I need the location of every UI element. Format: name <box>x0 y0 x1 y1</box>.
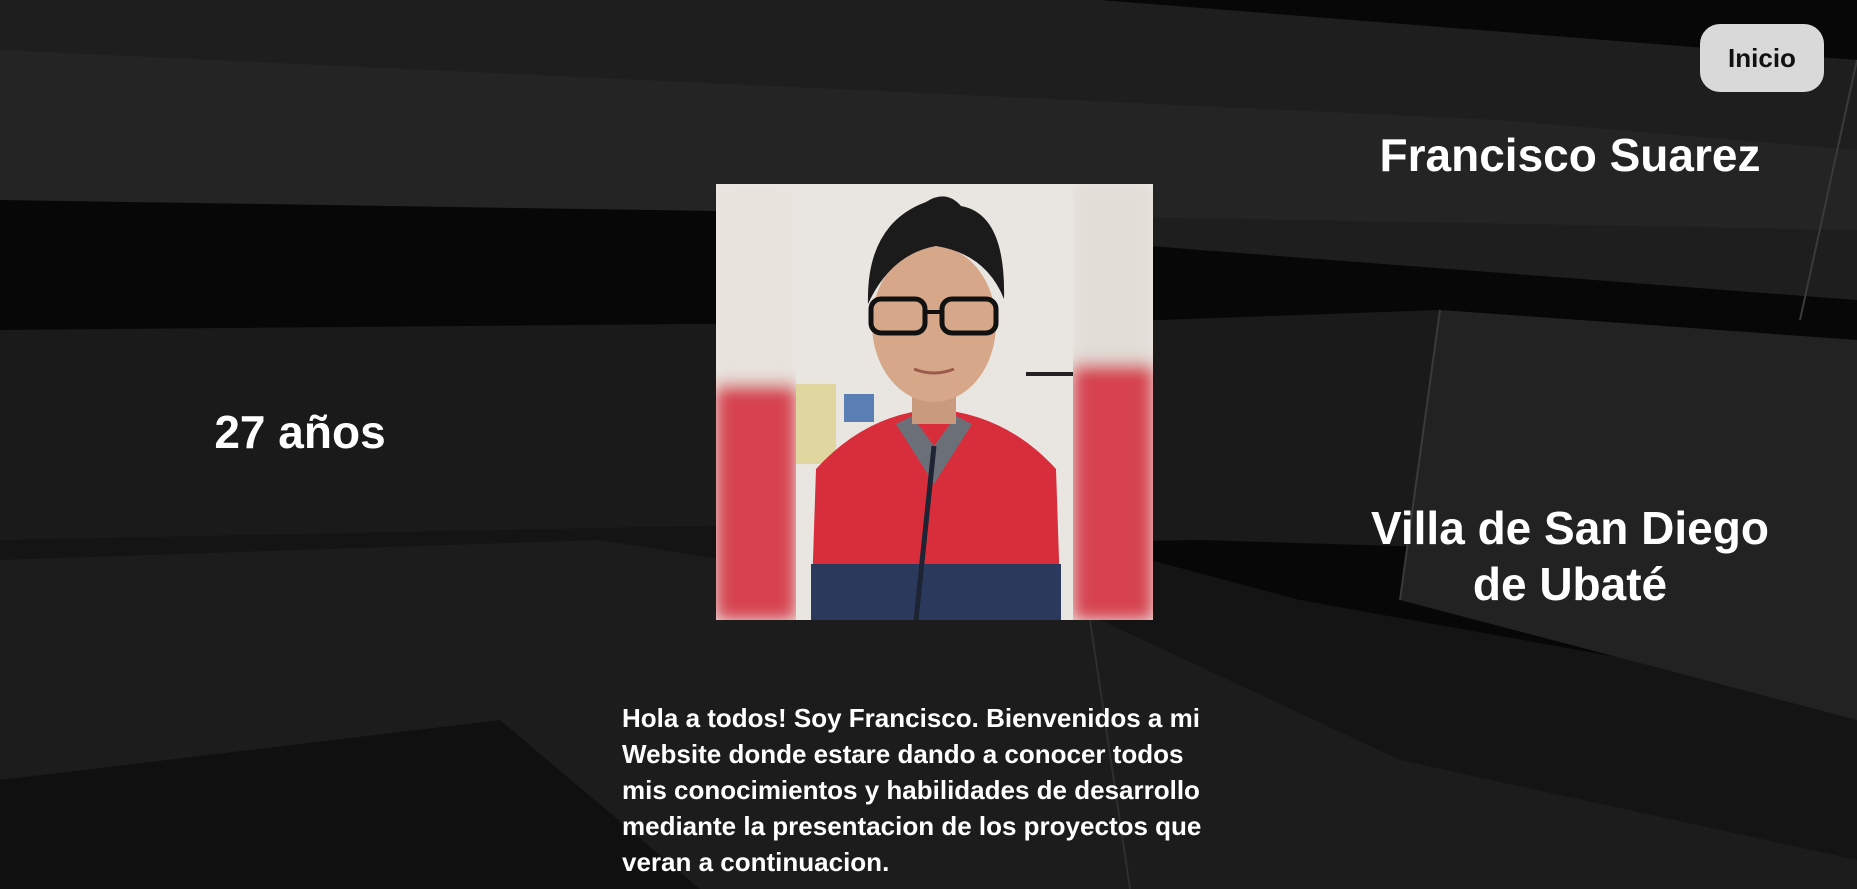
home-button[interactable]: Inicio <box>1700 24 1824 92</box>
location-line-1: Villa de San Diego <box>1371 502 1769 554</box>
intro-paragraph: Hola a todos! Soy Francisco. Bienvenidos… <box>622 703 1202 877</box>
profile-photo-illustration <box>716 184 1153 620</box>
location-line-2: de Ubaté <box>1472 558 1668 610</box>
profile-location: Villa de San Diego de Ubaté <box>1300 500 1840 612</box>
profile-age: 27 años <box>214 406 386 458</box>
profile-name: Francisco Suarez <box>1379 129 1761 181</box>
profile-photo <box>716 184 1153 620</box>
